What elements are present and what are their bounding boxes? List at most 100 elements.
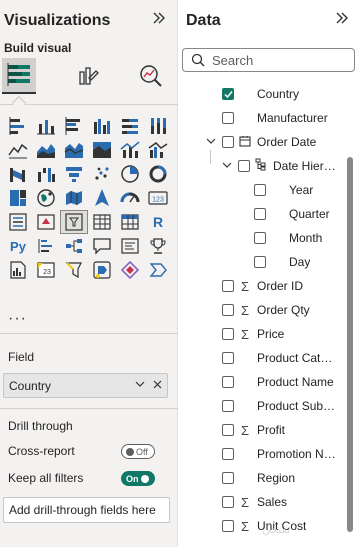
checkbox[interactable] (222, 136, 234, 148)
field-row-promotion-na[interactable]: Promotion Na... (205, 442, 337, 466)
checkbox[interactable] (254, 208, 266, 220)
donut-chart-visual[interactable] (144, 162, 172, 186)
field-row-manufacturer[interactable]: Manufacturer (205, 106, 328, 130)
cross-report-toggle[interactable]: Off (121, 444, 155, 459)
line-chart-visual[interactable] (4, 138, 32, 162)
checkbox[interactable] (222, 304, 234, 316)
area-chart-visual[interactable] (32, 138, 60, 162)
key-influencers-visual[interactable] (32, 234, 60, 258)
checkbox[interactable] (222, 280, 234, 292)
collapse-visualizations-button[interactable] (152, 10, 166, 30)
more-visuals-button[interactable]: ··· (8, 310, 27, 328)
checkbox[interactable] (222, 448, 234, 460)
matrix-visual[interactable] (116, 210, 144, 234)
metrics-visual[interactable]: 23 (32, 258, 60, 282)
checkbox[interactable] (254, 232, 266, 244)
card-visual[interactable]: 123 (144, 186, 172, 210)
r-script-visual[interactable]: R (144, 210, 172, 234)
table-visual[interactable] (88, 210, 116, 234)
field-well-country[interactable]: Country (3, 373, 168, 398)
field-row-order-date[interactable]: Order Date (205, 130, 316, 154)
gauge-visual[interactable] (116, 186, 144, 210)
collapse-data-button[interactable] (335, 10, 349, 30)
globe-icon (37, 189, 55, 207)
field-row-order-qty[interactable]: Σ Order Qty (205, 298, 310, 322)
power-apps-visual[interactable] (60, 258, 88, 282)
checkbox-checked[interactable] (222, 88, 234, 100)
funnel-chart-visual[interactable] (60, 162, 88, 186)
100-stacked-column-chart-visual[interactable] (144, 114, 172, 138)
paginated-report-visual[interactable] (4, 258, 32, 282)
stacked-column-chart-visual[interactable] (32, 114, 60, 138)
checkbox[interactable] (238, 160, 250, 172)
keep-all-filters-toggle[interactable]: On (121, 471, 155, 486)
field-row-unit-cost[interactable]: Σ Unit Cost (205, 514, 306, 538)
format-visual-tab[interactable] (70, 58, 104, 94)
checkbox[interactable] (222, 352, 234, 364)
smart-narrative-visual[interactable] (116, 234, 144, 258)
field-row-year[interactable]: Year (237, 178, 313, 202)
qa-visual[interactable] (88, 234, 116, 258)
build-visual-tab[interactable] (2, 58, 36, 94)
checkbox[interactable] (222, 472, 234, 484)
field-row-day[interactable]: Day (237, 250, 310, 274)
kpi-visual[interactable] (32, 210, 60, 234)
clustered-bar-chart-visual[interactable] (60, 114, 88, 138)
field-row-date-hierar[interactable]: Date Hierar... (221, 154, 337, 178)
field-row-product-categ[interactable]: Product Categ... (205, 346, 337, 370)
checkbox[interactable] (222, 112, 234, 124)
checkbox[interactable] (222, 328, 234, 340)
power-automate-flow-visual[interactable] (116, 258, 144, 282)
power-automate-visual[interactable] (88, 258, 116, 282)
field-row-order-id[interactable]: Σ Order ID (205, 274, 303, 298)
get-more-visuals[interactable] (144, 258, 172, 282)
checkbox[interactable] (222, 376, 234, 388)
100-stacked-area-chart-visual[interactable] (88, 138, 116, 162)
map-visual[interactable] (32, 186, 60, 210)
stacked-area-chart-visual[interactable] (60, 138, 88, 162)
slicer-visual[interactable] (60, 210, 88, 234)
field-row-profit[interactable]: Σ Profit (205, 418, 285, 442)
checkbox[interactable] (222, 424, 234, 436)
diamond-flow-icon (120, 260, 140, 280)
field-row-quarter[interactable]: Quarter (237, 202, 330, 226)
line-and-stacked-column-visual[interactable] (116, 138, 144, 162)
filled-map-visual[interactable] (60, 186, 88, 210)
search-input[interactable]: Search (182, 48, 355, 72)
field-row-price[interactable]: Σ Price (205, 322, 284, 346)
checkbox[interactable] (254, 184, 266, 196)
azure-map-visual[interactable] (88, 186, 116, 210)
pie-chart-visual[interactable] (116, 162, 144, 186)
decomposition-tree-visual[interactable] (60, 234, 88, 258)
analytics-tab[interactable] (134, 58, 168, 94)
chevron-down-icon[interactable] (133, 379, 147, 392)
line-column-icon (120, 141, 140, 158)
treemap-visual[interactable] (4, 186, 32, 210)
ribbon-chart-visual[interactable] (4, 162, 32, 186)
python-visual[interactable]: Py (4, 234, 32, 258)
clustered-column-chart-visual[interactable] (88, 114, 116, 138)
stacked-bar-chart-visual[interactable] (4, 114, 32, 138)
multi-row-card-visual[interactable] (4, 210, 32, 234)
scatter-chart-visual[interactable] (88, 162, 116, 186)
checkbox[interactable] (222, 496, 234, 508)
field-list-scrollbar[interactable] (347, 157, 353, 532)
field-row-country[interactable]: Country (205, 82, 299, 106)
line-and-clustered-column-visual[interactable] (144, 138, 172, 162)
field-row-sales[interactable]: Σ Sales (205, 490, 287, 514)
field-row-product-name[interactable]: Product Name (205, 370, 334, 394)
checkbox[interactable] (254, 256, 266, 268)
close-icon[interactable] (150, 380, 164, 392)
100-stacked-bar-chart-visual[interactable] (116, 114, 144, 138)
checkbox[interactable] (222, 400, 234, 412)
chevron-down-icon[interactable] (205, 136, 217, 149)
chevron-down-icon[interactable] (221, 160, 233, 173)
waterfall-chart-visual[interactable] (32, 162, 60, 186)
paginated-report-icon (10, 261, 26, 279)
goals-visual[interactable] (144, 234, 172, 258)
field-row-month[interactable]: Month (237, 226, 322, 250)
drill-through-drop-zone[interactable]: Add drill-through fields here (3, 497, 170, 523)
field-row-region[interactable]: Region (205, 466, 295, 490)
field-row-product-sub-c[interactable]: Product Sub C... (205, 394, 337, 418)
checkbox[interactable] (222, 520, 234, 532)
